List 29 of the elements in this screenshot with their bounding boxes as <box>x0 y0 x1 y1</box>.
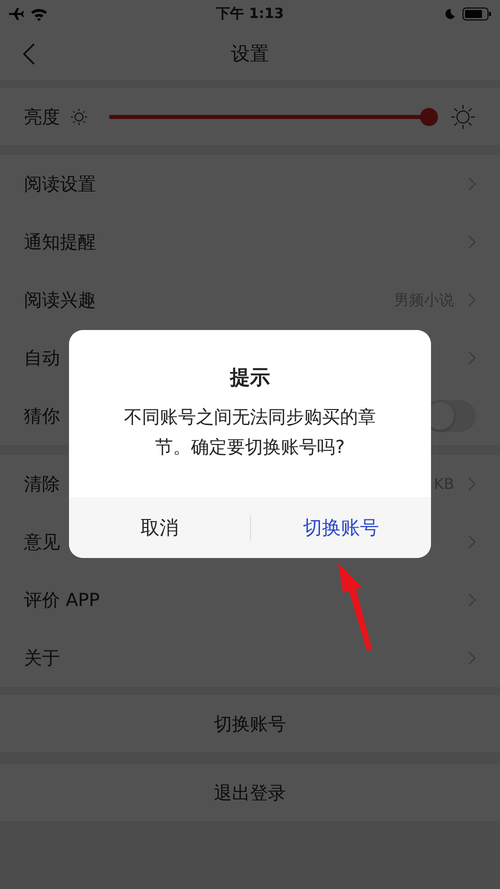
moon-icon <box>444 8 456 20</box>
row-label: 阅读设置 <box>24 173 96 196</box>
row-label: 通知提醒 <box>24 231 96 254</box>
battery-icon <box>462 7 492 21</box>
action-button[interactable]: 切换账号 <box>0 695 500 752</box>
sun-large-icon <box>450 104 476 130</box>
settings-row[interactable]: 关于 <box>0 629 500 687</box>
dialog-title: 提示 <box>230 364 270 391</box>
dialog-button[interactable]: 取消 <box>69 497 250 558</box>
settings-row[interactable]: 评价 APP <box>0 571 500 629</box>
row-label: 自动 <box>24 347 60 370</box>
wifi-icon <box>30 7 48 21</box>
row-label: 关于 <box>24 647 60 670</box>
row-label: 评价 APP <box>24 589 100 612</box>
settings-row[interactable]: 通知提醒 <box>0 213 500 271</box>
page-title: 设置 <box>231 42 269 67</box>
dialog-button[interactable]: 切换账号 <box>250 497 431 558</box>
status-time: 下午 1:13 <box>216 5 284 23</box>
action-button[interactable]: 退出登录 <box>0 764 500 821</box>
back-icon[interactable] <box>22 42 36 66</box>
row-label: 清除 <box>24 473 60 496</box>
row-label: 意见 <box>24 531 60 554</box>
brightness-label: 亮度 <box>24 106 60 128</box>
sun-small-icon <box>70 108 88 126</box>
row-label: 阅读兴趣 <box>24 289 96 312</box>
airplane-icon <box>8 7 24 21</box>
dialog-message: 不同账号之间无法同步购买的章节。确定要切换账号吗? <box>123 406 377 460</box>
row-label: 猜你 <box>24 405 60 428</box>
settings-row[interactable]: 阅读设置 <box>0 155 500 213</box>
